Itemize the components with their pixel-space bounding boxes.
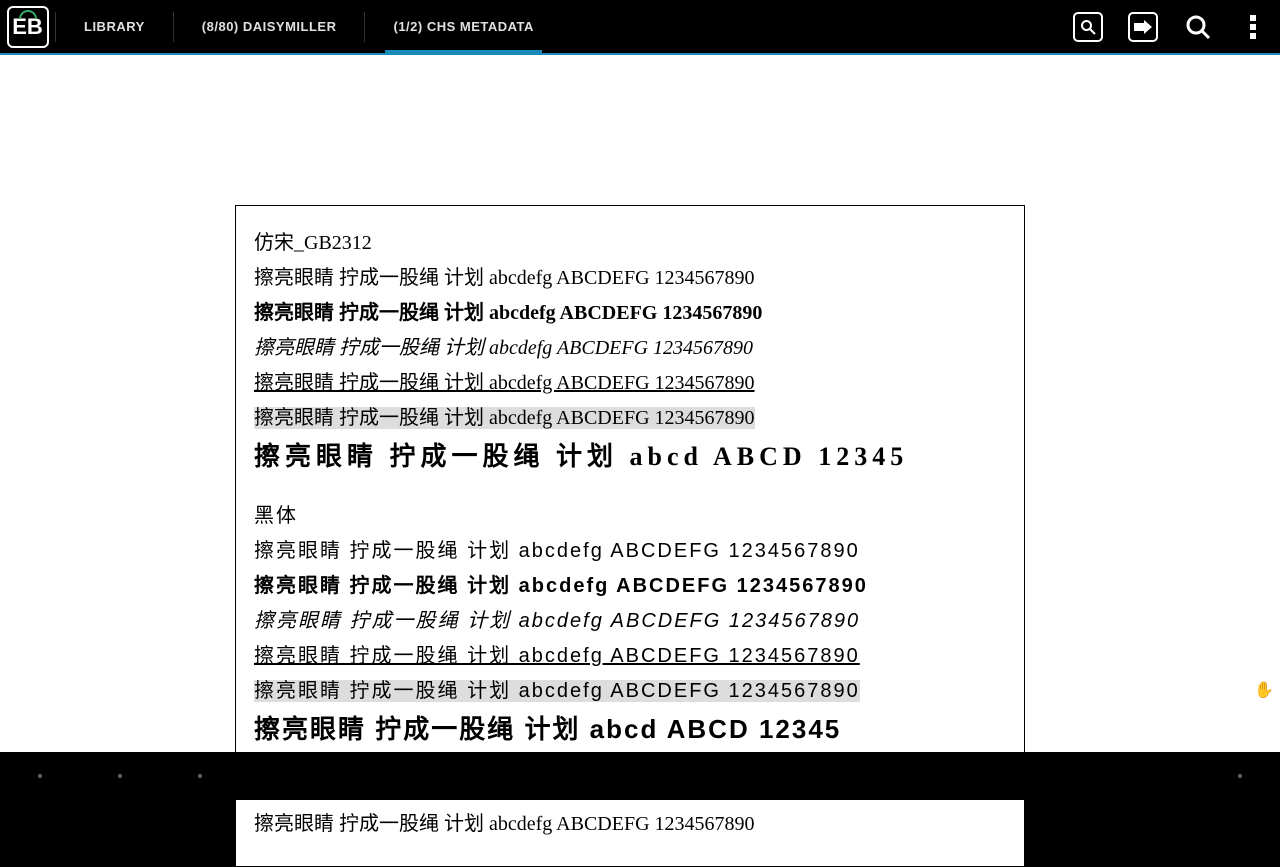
app-logo[interactable]: EB xyxy=(0,0,55,54)
nav-back[interactable] xyxy=(0,752,80,800)
sample-normal: 擦亮眼睛 拧成一股绳 计划 abcdefg ABCDEFG 1234567890 xyxy=(254,811,1006,837)
sample-normal: 擦亮眼睛 拧成一股绳 计划 abcdefg ABCDEFG 1234567890 xyxy=(254,265,1006,291)
sample-bold: 擦亮眼睛 拧成一股绳 计划 abcdefg ABCDEFG 1234567890 xyxy=(254,300,1006,326)
hand-cursor-icon: ✋ xyxy=(1254,680,1274,700)
zoom-button[interactable] xyxy=(1170,0,1225,54)
sample-bold: 擦亮眼睛 拧成一股绳 计划 abcdefg ABCDEFG 1234567890 xyxy=(254,573,1006,599)
sample-italic: 擦亮眼睛 拧成一股绳 计划 abcdefg ABCDEFG 1234567890 xyxy=(254,335,1006,361)
tab-library[interactable]: LIBRARY xyxy=(56,0,173,54)
share-button[interactable] xyxy=(1115,0,1170,54)
font-title-heiti: 黑体 xyxy=(254,499,1006,528)
nav-recent[interactable] xyxy=(160,752,240,800)
sample-underline: 擦亮眼睛 拧成一股绳 计划 abcdefg ABCDEFG 1234567890 xyxy=(254,643,1006,669)
tab-label: LIBRARY xyxy=(84,19,145,34)
top-bar: EB LIBRARY (8/80) DAISYMILLER (1/2) CHS … xyxy=(0,0,1280,55)
content-area[interactable]: 仿宋_GB2312 擦亮眼睛 拧成一股绳 计划 abcdefg ABCDEFG … xyxy=(0,55,1280,752)
search-button[interactable] xyxy=(1060,0,1115,54)
tab-book[interactable]: (8/80) DAISYMILLER xyxy=(174,0,365,54)
magnifier-icon xyxy=(1185,14,1211,40)
tab-label: (8/80) DAISYMILLER xyxy=(202,19,337,34)
font-title-fangsong: 仿宋_GB2312 xyxy=(254,226,1006,255)
tab-metadata[interactable]: (1/2) CHS METADATA xyxy=(365,0,561,54)
search-icon xyxy=(1073,12,1103,42)
arrow-right-icon xyxy=(1128,12,1158,42)
bottom-nav-bar xyxy=(0,752,1280,800)
menu-button[interactable] xyxy=(1225,0,1280,54)
kebab-icon xyxy=(1250,15,1256,39)
sample-highlight: 擦亮眼睛 拧成一股绳 计划 abcdefg ABCDEFG 1234567890 xyxy=(254,680,860,702)
sample-normal: 擦亮眼睛 拧成一股绳 计划 abcdefg ABCDEFG 1234567890 xyxy=(254,538,1006,564)
nav-extra[interactable] xyxy=(1200,752,1280,800)
nav-home[interactable] xyxy=(80,752,160,800)
tab-label: (1/2) CHS METADATA xyxy=(393,19,533,34)
sample-highlight: 擦亮眼睛 拧成一股绳 计划 abcdefg ABCDEFG 1234567890 xyxy=(254,407,755,429)
sample-expanded: 擦亮眼睛 拧成一股绳 计划 abcd ABCD 12345 xyxy=(254,713,1006,747)
sample-italic: 擦亮眼睛 拧成一股绳 计划 abcdefg ABCDEFG 1234567890 xyxy=(254,608,1006,634)
sample-expanded: 擦亮眼睛 拧成一股绳 计划 abcd ABCD 12345 xyxy=(254,440,1006,474)
sample-underline: 擦亮眼睛 拧成一股绳 计划 abcdefg ABCDEFG 1234567890 xyxy=(254,370,1006,396)
